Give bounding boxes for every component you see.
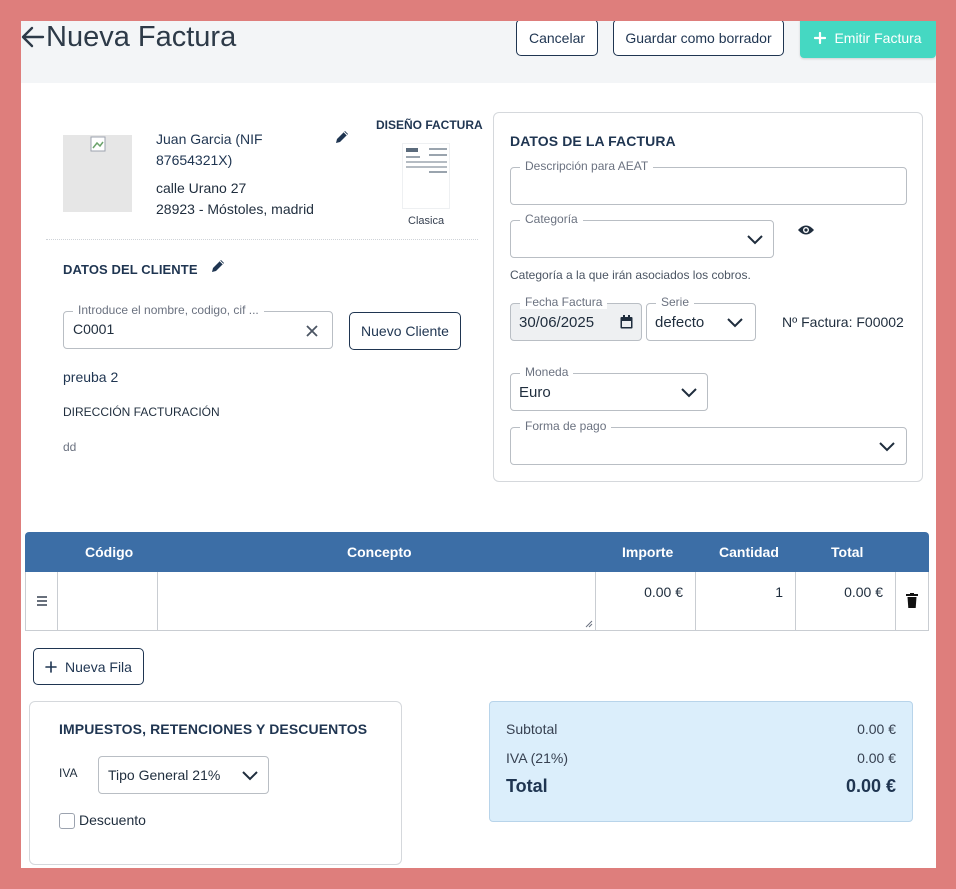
category-select[interactable]: Categoría xyxy=(510,212,774,258)
chevron-down-icon xyxy=(727,318,743,328)
invoice-date-label: Fecha Factura xyxy=(520,295,608,309)
eye-icon[interactable] xyxy=(797,224,815,236)
payment-method-select[interactable]: Forma de pago xyxy=(510,419,907,465)
currency-select[interactable]: Moneda Euro xyxy=(510,365,708,411)
lines-table-header: Código Concepto Importe Cantidad Total xyxy=(25,532,929,572)
totals-panel: Subtotal 0.00 € IVA (21%) 0.00 € Total 0… xyxy=(489,701,913,822)
iva-total-label: IVA (21%) xyxy=(506,750,568,766)
page-canvas: Nueva Factura Cancelar Guardar como borr… xyxy=(21,21,936,868)
col-cantidad: Cantidad xyxy=(719,544,779,560)
grand-total-value: 0.00 € xyxy=(845,776,896,796)
client-section-title: DATOS DEL CLIENTE xyxy=(63,262,198,277)
save-draft-label: Guardar como borrador xyxy=(625,29,772,46)
company-address-line2: 28923 - Móstoles, madrid xyxy=(156,201,314,217)
resize-grip-icon[interactable] xyxy=(585,620,593,628)
col-total: Total xyxy=(831,544,864,560)
chevron-down-icon xyxy=(242,771,258,781)
table-row: 0.00 € 1 0.00 € xyxy=(25,572,929,631)
invoice-number: Nº Factura: F00002 xyxy=(782,314,904,330)
series-label: Serie xyxy=(656,295,695,309)
new-client-button[interactable]: Nuevo Cliente xyxy=(349,312,461,350)
col-concepto: Concepto xyxy=(347,544,412,560)
company-logo xyxy=(63,135,132,212)
iva-total-value: 0.00 € xyxy=(857,750,896,766)
client-search-label: Introduce el nombre, codigo, cif ... xyxy=(73,303,264,317)
concepto-cell-textarea[interactable] xyxy=(158,572,595,630)
iva-select[interactable]: Tipo General 21% xyxy=(98,756,269,794)
category-label: Categoría xyxy=(520,212,583,226)
new-row-label: Nueva Fila xyxy=(65,658,132,675)
invoice-date-value: 30/06/2025 xyxy=(519,314,595,331)
col-importe: Importe xyxy=(622,544,674,560)
calendar-icon[interactable] xyxy=(620,315,633,329)
series-value: defecto xyxy=(655,314,705,331)
client-search-input[interactable]: Introduce el nombre, codigo, cif ... C00… xyxy=(63,303,333,349)
design-thumbnail[interactable] xyxy=(402,143,450,209)
company-name-line1: Juan Garcia (NIF xyxy=(156,131,263,147)
chevron-down-icon xyxy=(879,442,895,452)
chevron-down-icon xyxy=(747,235,763,245)
top-bar: Nueva Factura Cancelar Guardar como borr… xyxy=(21,21,936,83)
series-select[interactable]: Serie defecto xyxy=(646,295,756,341)
iva-label: IVA xyxy=(59,766,78,780)
importe-cell[interactable]: 0.00 € xyxy=(596,584,683,600)
broken-image-icon xyxy=(90,136,106,152)
chevron-down-icon xyxy=(681,388,697,398)
aeat-description-label: Descripción para AEAT xyxy=(520,159,654,173)
save-draft-button[interactable]: Guardar como borrador xyxy=(613,21,784,56)
grand-total-label: Total xyxy=(506,776,548,796)
edit-pencil-icon[interactable] xyxy=(334,129,350,145)
discount-label: Descuento xyxy=(79,812,146,828)
emit-invoice-button[interactable]: Emitir Factura xyxy=(800,21,936,58)
iva-select-value: Tipo General 21% xyxy=(108,767,221,783)
design-template-name: Clasica xyxy=(408,215,445,227)
taxes-card: IMPUESTOS, RETENCIONES Y DESCUENTOS IVA … xyxy=(29,701,402,865)
subtotal-value: 0.00 € xyxy=(857,721,896,737)
edit-client-icon[interactable] xyxy=(210,258,226,274)
client-name: preuba 2 xyxy=(63,369,119,385)
divider xyxy=(46,239,478,240)
clear-x-icon[interactable] xyxy=(306,325,318,337)
drag-handle-icon[interactable] xyxy=(36,596,48,606)
back-arrow-icon[interactable] xyxy=(21,23,45,51)
codigo-cell-input[interactable] xyxy=(58,572,157,630)
payment-method-label: Forma de pago xyxy=(520,419,612,433)
subtotal-label: Subtotal xyxy=(506,721,558,737)
billing-address-value: dd xyxy=(63,440,77,454)
category-help-text: Categoría a la que irán asociados los co… xyxy=(510,268,751,282)
plus-icon xyxy=(45,660,57,673)
client-search-value: C0001 xyxy=(73,321,115,337)
trash-icon[interactable] xyxy=(906,593,918,608)
company-address: calle Urano 27 28923 - Móstoles, madrid xyxy=(156,178,314,220)
invoice-date-input[interactable]: Fecha Factura 30/06/2025 xyxy=(510,295,642,341)
new-client-label: Nuevo Cliente xyxy=(361,323,449,339)
col-codigo: Código xyxy=(85,544,134,560)
page-title: Nueva Factura xyxy=(46,21,237,53)
billing-address-heading: DIRECCIÓN FACTURACIÓN xyxy=(63,405,220,419)
cancel-button[interactable]: Cancelar xyxy=(516,21,598,56)
company-address-line1: calle Urano 27 xyxy=(156,180,247,196)
discount-checkbox[interactable] xyxy=(59,813,75,829)
design-heading: DISEÑO FACTURA xyxy=(376,118,483,132)
currency-label: Moneda xyxy=(520,365,574,379)
cancel-button-label: Cancelar xyxy=(528,29,586,46)
total-cell: 0.00 € xyxy=(844,584,883,600)
aeat-description-input[interactable]: Descripción para AEAT xyxy=(510,159,907,205)
company-name-line2: 87654321X) xyxy=(156,152,233,168)
emit-invoice-label: Emitir Factura xyxy=(834,29,922,46)
cantidad-cell[interactable]: 1 xyxy=(696,584,783,600)
plus-icon xyxy=(814,31,827,44)
new-row-button[interactable]: Nueva Fila xyxy=(33,648,144,685)
invoice-data-card: DATOS DE LA FACTURA Descripción para AEA… xyxy=(493,112,923,482)
company-name: Juan Garcia (NIF 87654321X) xyxy=(156,129,263,171)
invoice-section-title: DATOS DE LA FACTURA xyxy=(510,133,676,149)
currency-value: Euro xyxy=(519,384,551,401)
taxes-section-title: IMPUESTOS, RETENCIONES Y DESCUENTOS xyxy=(59,721,368,737)
